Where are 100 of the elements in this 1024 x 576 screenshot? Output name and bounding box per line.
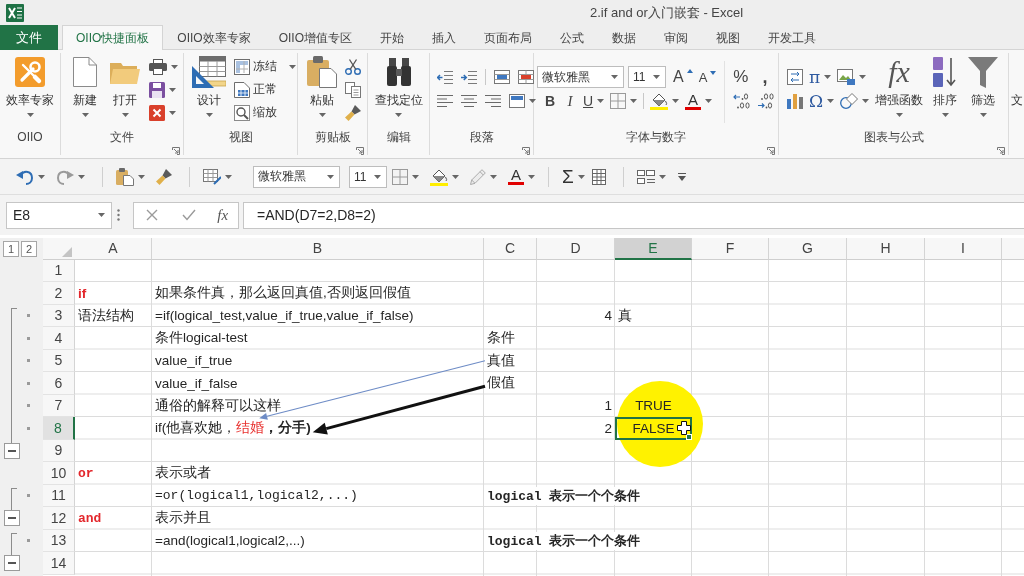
cell-text: 语法结构 bbox=[78, 306, 134, 325]
ribbon-button[interactable]: 正常 bbox=[232, 78, 298, 101]
sum-button[interactable]: Σ bbox=[560, 165, 587, 188]
ribbon-tab[interactable]: 插入 bbox=[418, 25, 471, 50]
ribbon-tab[interactable]: 视图 bbox=[702, 25, 755, 50]
ribbon-button[interactable]: 冻结 bbox=[232, 55, 298, 78]
row-header[interactable]: 1 bbox=[43, 259, 75, 282]
ribbon-button[interactable]: 筛选 bbox=[965, 53, 1002, 128]
ribbon-tab[interactable]: 开始 bbox=[366, 25, 419, 50]
cell-text: value_if_true bbox=[155, 353, 233, 369]
omega-button[interactable]: Ω bbox=[807, 90, 837, 112]
row-header[interactable]: 7 bbox=[43, 394, 75, 417]
column-header[interactable]: E bbox=[615, 238, 692, 260]
selected-cell[interactable]: FALSE bbox=[615, 417, 692, 440]
ribbon-button[interactable]: 设计 bbox=[191, 53, 227, 128]
ribbon-button[interactable]: 新建 bbox=[67, 53, 103, 128]
font-combo[interactable]: 微软雅黑 bbox=[537, 66, 624, 88]
ribbon-tab[interactable]: 开发工具 bbox=[754, 25, 831, 50]
ribbon-tab[interactable]: 页面布局 bbox=[470, 25, 547, 50]
collapse-button[interactable] bbox=[4, 510, 20, 527]
ribbon-tab[interactable]: OIIO快捷面板 bbox=[62, 25, 164, 50]
row-header[interactable]: 13 bbox=[43, 529, 75, 552]
percent-button[interactable]: % bbox=[731, 66, 751, 88]
caret-icon bbox=[941, 113, 949, 117]
cell-text: 假值 bbox=[487, 374, 515, 393]
size-combo[interactable]: 11 bbox=[349, 165, 387, 188]
clipboard-icon bbox=[307, 56, 337, 88]
shrink-font-button[interactable]: A bbox=[696, 66, 719, 88]
grow-font-button[interactable]: A bbox=[671, 66, 695, 88]
dialog-launcher-icon[interactable] bbox=[997, 147, 1005, 155]
caret-icon bbox=[452, 174, 459, 179]
collapse-button[interactable] bbox=[4, 442, 20, 459]
merge-cells-icon bbox=[494, 70, 510, 84]
row-header[interactable]: 9 bbox=[43, 439, 75, 462]
caret-icon bbox=[412, 174, 419, 179]
row-header[interactable]: 6 bbox=[43, 372, 75, 395]
ribbon-button[interactable]: 效率专家 bbox=[4, 53, 56, 128]
window-title: 2.if and or入门嵌套 - Excel bbox=[590, 3, 744, 22]
row-header[interactable]: 3 bbox=[43, 304, 75, 327]
cell-text: value_if_false bbox=[155, 375, 238, 391]
collapse-button[interactable] bbox=[4, 555, 20, 572]
caret-icon bbox=[121, 113, 129, 117]
redo-icon bbox=[56, 168, 74, 185]
dialog-launcher-icon[interactable] bbox=[172, 147, 180, 155]
ribbon-tab[interactable]: 数据 bbox=[598, 25, 651, 50]
check-icon bbox=[181, 209, 196, 221]
caret-icon bbox=[78, 174, 85, 179]
formula-field[interactable]: =AND(D7=2,D8=2) bbox=[243, 201, 1024, 229]
ribbon-button[interactable]: 粘贴 bbox=[304, 53, 340, 128]
row-header[interactable]: 14 bbox=[43, 552, 75, 575]
size-combo[interactable]: 11 bbox=[628, 66, 666, 88]
row-header[interactable]: 2 bbox=[43, 282, 75, 305]
ribbon-button[interactable]: 排序 bbox=[927, 53, 964, 128]
file-tab[interactable]: 文件 bbox=[0, 25, 58, 50]
cell-text: 真 bbox=[618, 306, 632, 325]
pi-button[interactable]: π bbox=[807, 66, 834, 88]
font-color-button[interactable]: A bbox=[683, 92, 715, 110]
ribbon-tab[interactable]: OIIO增值专区 bbox=[264, 25, 367, 50]
minus-icon bbox=[8, 449, 16, 452]
color-bar-icon bbox=[508, 182, 524, 185]
row-header[interactable]: 11 bbox=[43, 484, 75, 507]
split-cells-icon bbox=[518, 70, 534, 84]
font-color-button[interactable]: A bbox=[506, 168, 537, 185]
ribbon-button[interactable]: fx 增强函数 bbox=[873, 53, 926, 128]
insert-function-button[interactable]: fx bbox=[217, 206, 229, 224]
grip-icon[interactable] bbox=[117, 209, 120, 221]
sort-icon bbox=[932, 57, 959, 87]
ribbon-tab[interactable]: 公式 bbox=[546, 25, 599, 50]
cell-text: logical 表示一个个条件 bbox=[487, 531, 641, 550]
italic-button[interactable]: I bbox=[561, 90, 579, 112]
dialog-launcher-icon[interactable] bbox=[522, 147, 530, 155]
cell-text: 条件 bbox=[487, 329, 515, 348]
borders-icon bbox=[392, 168, 408, 185]
group-label: 图表与公式 bbox=[863, 128, 924, 146]
cross-icon bbox=[145, 209, 158, 221]
bold-button[interactable]: B bbox=[541, 90, 559, 112]
ribbon-tab[interactable]: OIIO效率专家 bbox=[163, 25, 265, 50]
paste-button[interactable] bbox=[114, 165, 147, 188]
caret-icon bbox=[630, 99, 638, 103]
fill-handle[interactable] bbox=[686, 433, 692, 440]
name-box[interactable]: E8 bbox=[6, 201, 112, 229]
row-header[interactable]: 5 bbox=[43, 349, 75, 372]
row-header[interactable]: 10 bbox=[43, 462, 75, 485]
dialog-launcher-icon[interactable] bbox=[767, 147, 775, 155]
freeze-panes-icon bbox=[234, 58, 250, 75]
up-triangle-icon bbox=[686, 69, 693, 73]
row-header[interactable]: 4 bbox=[43, 327, 75, 350]
row-header[interactable]: 8 bbox=[43, 417, 75, 440]
ribbon-button[interactable]: 查找定位 bbox=[372, 53, 425, 128]
outline-level-button[interactable]: 1 bbox=[3, 240, 19, 257]
ribbon-button[interactable]: 缩放 bbox=[232, 101, 298, 124]
ribbon-button[interactable]: 打开 bbox=[107, 53, 143, 128]
row-header[interactable]: 12 bbox=[43, 507, 75, 530]
dialog-launcher-icon[interactable] bbox=[356, 147, 364, 155]
ribbon-tab[interactable]: 审阅 bbox=[650, 25, 703, 50]
underline-button[interactable]: U bbox=[581, 90, 607, 112]
outline-level-button[interactable]: 2 bbox=[21, 240, 37, 257]
ribbon-button[interactable]: 文 bbox=[1011, 53, 1023, 128]
comma-button[interactable]: , bbox=[760, 66, 770, 88]
font-combo[interactable]: 微软雅黑 bbox=[253, 165, 340, 188]
